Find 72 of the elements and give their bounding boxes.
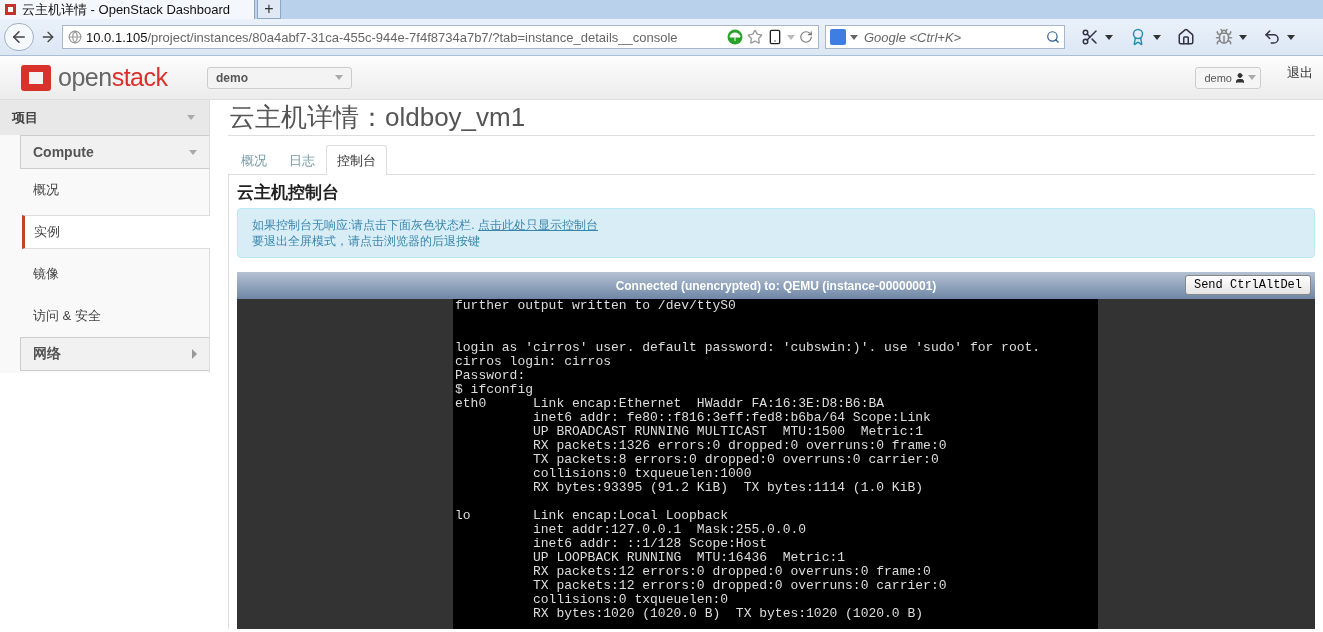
logo-icon — [20, 62, 52, 93]
section-label: 项目 — [12, 108, 38, 127]
search-icon[interactable] — [1046, 30, 1060, 44]
bug-icon[interactable] — [1215, 28, 1233, 46]
caret-icon — [187, 115, 195, 120]
cube-icon — [4, 3, 17, 16]
sidebar-item[interactable]: 镜像 — [22, 253, 205, 295]
globe-icon — [68, 30, 82, 44]
caret-icon[interactable] — [1287, 34, 1295, 40]
undo-icon[interactable] — [1263, 28, 1281, 46]
section-heading: 云主机控制台 — [237, 182, 340, 204]
forward-icon[interactable] — [40, 29, 56, 45]
caret-icon — [192, 349, 197, 359]
terminal-line: inet addr:127.0.0.1 Mask:255.0.0.0 — [532, 523, 808, 537]
terminal-line: Password: — [455, 369, 527, 383]
status-text: Connected (unencrypted) to: QEMU (instance-00000001) — [615, 278, 937, 293]
search-field[interactable]: Google <Ctrl+K> — [825, 25, 1065, 49]
terminal-line: RX bytes:93395 (91.2 KiB) TX bytes:1114 (1.0 KiB) — [532, 481, 925, 495]
sidebar-item[interactable]: 访问 & 安全 — [22, 295, 205, 337]
scissors-icon[interactable] — [1081, 28, 1099, 46]
page-title: 云主机详情：oldboy_vm1 — [228, 100, 1315, 136]
project-dropdown[interactable]: demo — [207, 66, 352, 89]
console-screen[interactable] — [237, 299, 1315, 629]
terminal-line: $ ifconfig — [455, 383, 534, 397]
back-button[interactable] — [4, 23, 34, 51]
terminal-line: TX packets:8 errors:0 dropped:0 overruns:0 carrier:0 — [532, 453, 940, 467]
umbrella-icon[interactable] — [727, 29, 743, 45]
console-only-link[interactable]: 点击此处只显示控制台 — [478, 218, 598, 232]
url-text: 10.0.1.105/project/instances/80a4abf7-31ca-455c-944e-7f4f8734a7b7/?tab=instance_details__console — [86, 29, 678, 45]
terminal-line: RX packets:1326 errors:0 dropped:0 overruns:0 frame:0 — [532, 439, 948, 453]
terminal-line: TX packets:12 errors:0 dropped:0 overruns:0 carrier:0 — [532, 579, 948, 593]
terminal-line: login as 'cirros' user. default password: 'cubswin:)'. use 'sudo' for root. — [455, 341, 1042, 355]
terminal-line: RX bytes:1020 (1020.0 B) TX bytes:1020 (1020.0 B) — [532, 607, 925, 621]
sidebar-item[interactable]: 实例 — [22, 215, 210, 249]
panel-label: Compute — [33, 144, 94, 160]
terminal-line: UP LOOPBACK RUNNING MTU:16436 Metric:1 — [532, 551, 847, 565]
terminal-line: collisions:0 txqueuelen:1000 — [532, 467, 753, 481]
sidebar-section-header[interactable]: 项目 — [0, 100, 209, 135]
terminal-line: cirros login: cirros — [455, 355, 613, 369]
terminal-line: lo Link encap:Local Loopback — [455, 509, 730, 523]
new-tab-button[interactable]: + — [257, 0, 281, 19]
terminal-line: UP BROADCAST RUNNING MULTICAST MTU:1500 Metric:1 — [532, 425, 925, 439]
home-icon[interactable] — [1177, 28, 1195, 46]
info-text: 如果控制台无响应:请点击下面灰色状态栏. — [252, 218, 475, 232]
caret-icon — [189, 149, 197, 155]
sidebar-panel-header[interactable]: 网络 — [20, 337, 209, 371]
sidebar-panel-header[interactable]: Compute — [20, 135, 209, 169]
tab-title: 云主机详情 - OpenStack Dashboard — [22, 0, 231, 19]
terminal-line: collisions:0 txqueuelen:0 — [532, 593, 730, 607]
terminal-line: inet6 addr: ::1/128 Scope:Host — [532, 537, 769, 551]
caret-icon[interactable] — [1239, 34, 1247, 40]
address-bar[interactable]: 10.0.1.105/project/instances/80a4abf7-31ca-455c-944e-7f4f8734a7b7/?tab=instance_details__console — [62, 25, 819, 49]
star-icon[interactable] — [747, 29, 763, 45]
caret-icon[interactable] — [1153, 34, 1161, 40]
terminal-line: eth0 Link encap:Ethernet HWaddr FA:16:3E:D8:B6:BA — [455, 397, 886, 411]
send-ctrl-alt-del-button[interactable]: Send CtrlAltDel — [1184, 275, 1311, 295]
logo[interactable]: openstack — [20, 62, 207, 93]
panel-label: 网络 — [33, 345, 61, 363]
console-status-bar[interactable]: Connected (unencrypted) to: QEMU (instance-00000001) Send CtrlAltDel — [237, 272, 1315, 299]
terminal-line: RX packets:12 errors:0 dropped:0 overruns:0 frame:0 — [532, 565, 932, 579]
logout-link[interactable]: 退出 — [1287, 63, 1313, 82]
sidebar-item[interactable]: 概况 — [22, 169, 205, 211]
info-text: 要退出全屏模式，请点击浏览器的后退按键 — [252, 233, 481, 249]
browser-tab[interactable]: 云主机详情 - OpenStack Dashboard — [0, 0, 255, 19]
tab[interactable]: 控制台 — [326, 145, 387, 175]
phone-icon[interactable] — [767, 29, 783, 45]
user-icon — [1234, 71, 1246, 84]
caret-icon[interactable] — [1105, 34, 1113, 40]
reload-icon[interactable] — [799, 30, 813, 44]
terminal-line: further output written to /dev/ttyS0 — [455, 299, 737, 313]
user-menu[interactable]: demo — [1195, 66, 1261, 89]
terminal-line: inet6 addr: fe80::f816:3eff:fed8:b6ba/64 Scope:Link — [532, 411, 932, 425]
